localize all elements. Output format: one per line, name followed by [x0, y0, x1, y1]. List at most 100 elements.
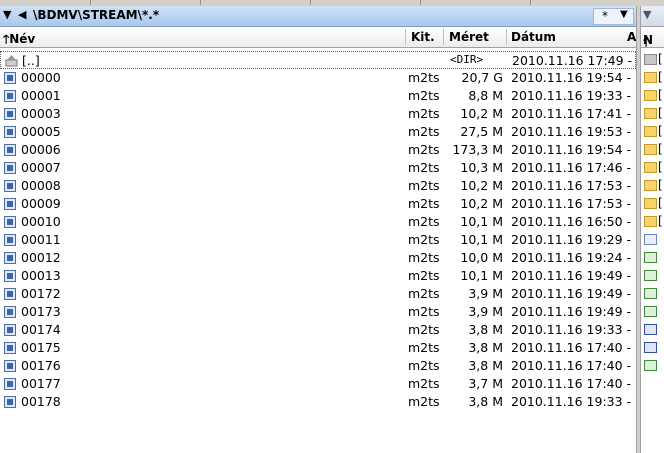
file-size: 3,9 M [468, 286, 503, 301]
video-file-icon [4, 198, 16, 210]
list-item[interactable]: 00012 m2ts 10,0 M 2010.11.16 19:24 - [0, 249, 636, 267]
file-name: [ [658, 214, 663, 228]
file-name: 00001 [21, 88, 61, 103]
list-item[interactable]: 00013 m2ts 10,1 M 2010.11.16 19:49 - [0, 267, 636, 285]
file-date: 2010.11.16 19:49 - [511, 286, 631, 301]
column-separator[interactable] [405, 29, 406, 45]
back-arrow-icon[interactable]: ◀ [18, 8, 26, 21]
file-date: 2010.11.16 19:24 - [511, 250, 631, 265]
list-item[interactable] [641, 249, 664, 267]
list-item[interactable] [641, 321, 664, 339]
list-item[interactable]: [ [641, 105, 664, 123]
tab[interactable] [0, 0, 91, 5]
list-item[interactable]: 00174 m2ts 3,8 M 2010.11.16 19:33 - [0, 321, 636, 339]
list-item[interactable]: 00006 m2ts 173,3 M 2010.11.16 19:54 - [0, 141, 636, 159]
list-item[interactable]: [ [641, 177, 664, 195]
file-name: 00005 [21, 124, 61, 139]
list-item[interactable] [641, 267, 664, 285]
file-icon [644, 234, 657, 245]
video-file-icon [4, 252, 16, 264]
file-ext: m2ts [408, 268, 440, 283]
list-item[interactable]: [ [641, 159, 664, 177]
list-item[interactable]: 00008 m2ts 10,2 M 2010.11.16 17:53 - [0, 177, 636, 195]
current-path[interactable]: \BDMV\STREAM\*.* [33, 8, 159, 22]
list-item[interactable]: 00009 m2ts 10,2 M 2010.11.16 17:53 - [0, 195, 636, 213]
column-separator[interactable] [506, 29, 507, 45]
list-item[interactable]: 00001 m2ts 8,8 M 2010.11.16 19:33 - [0, 87, 636, 105]
list-item[interactable]: [ [641, 141, 664, 159]
list-item[interactable] [641, 231, 664, 249]
list-item[interactable]: 00007 m2ts 10,3 M 2010.11.16 17:46 - [0, 159, 636, 177]
video-file-icon [4, 360, 16, 372]
tab[interactable] [420, 0, 531, 5]
drive-dropdown-icon[interactable]: ▼ [643, 8, 651, 21]
file-ext: m2ts [408, 358, 440, 373]
path-bar: ▼ ◀ \BDMV\STREAM\*.* * ▼ [0, 6, 636, 27]
list-item-parent-dir[interactable]: [..] <DIR> 2010.11.16 17:49 - [0, 51, 636, 69]
file-name: 00006 [21, 142, 61, 157]
list-item[interactable] [641, 357, 664, 375]
list-item[interactable]: [ [641, 51, 664, 69]
list-item[interactable]: 00010 m2ts 10,1 M 2010.11.16 16:50 - [0, 213, 636, 231]
spreadsheet-icon [644, 252, 657, 263]
left-file-panel: ▼ ◀ \BDMV\STREAM\*.* * ▼ 🡑Név Kit. Méret… [0, 6, 636, 453]
video-file-icon [4, 126, 16, 138]
tab[interactable] [200, 0, 311, 5]
column-size[interactable]: Méret [449, 30, 489, 44]
file-ext: m2ts [408, 124, 440, 139]
file-name: 00011 [21, 232, 61, 247]
list-item[interactable] [641, 339, 664, 357]
folder-icon [644, 144, 657, 155]
video-file-icon [4, 234, 16, 246]
file-size: 10,1 M [460, 232, 503, 247]
list-item[interactable]: 00175 m2ts 3,8 M 2010.11.16 17:40 - [0, 339, 636, 357]
filter-dropdown[interactable]: * ▼ [593, 8, 634, 25]
list-item[interactable]: 00178 m2ts 3,8 M 2010.11.16 19:33 - [0, 393, 636, 411]
video-file-icon [4, 108, 16, 120]
file-name: 00172 [21, 286, 61, 301]
list-item[interactable]: 00176 m2ts 3,8 M 2010.11.16 17:40 - [0, 357, 636, 375]
file-ext: m2ts [408, 340, 440, 355]
video-file-icon [4, 396, 16, 408]
video-file-icon [4, 324, 16, 336]
up-folder-icon [644, 54, 657, 65]
column-header: 🡑Név Kit. Méret Dátum A [0, 27, 636, 48]
column-attr[interactable]: A [627, 30, 636, 44]
column-name[interactable]: 🡑Név [3, 30, 35, 51]
folder-icon [644, 126, 657, 137]
file-name: 00000 [21, 70, 61, 85]
file-name: [ [658, 70, 663, 84]
file-name: 00177 [21, 376, 61, 391]
file-date: 2010.11.16 17:46 - [511, 160, 631, 175]
list-item[interactable]: [ [641, 69, 664, 87]
list-item[interactable]: 00172 m2ts 3,9 M 2010.11.16 19:49 - [0, 285, 636, 303]
list-item[interactable]: [ [641, 87, 664, 105]
tab[interactable] [310, 0, 421, 5]
file-date: 2010.11.16 19:53 - [511, 124, 631, 139]
spreadsheet-icon [644, 360, 657, 371]
list-item[interactable]: [ [641, 123, 664, 141]
column-separator[interactable] [443, 29, 444, 45]
list-item[interactable]: 00000 m2ts 20,7 G 2010.11.16 19:54 - [0, 69, 636, 87]
list-item[interactable] [641, 285, 664, 303]
list-item[interactable]: [ [641, 195, 664, 213]
file-name: [ [658, 124, 663, 138]
drive-dropdown-icon[interactable]: ▼ [3, 8, 11, 21]
right-file-panel: ▼ 🡑 N [[[[[[[[[[ [641, 6, 664, 453]
file-ext: m2ts [408, 232, 440, 247]
list-item[interactable]: 00011 m2ts 10,1 M 2010.11.16 19:29 - [0, 231, 636, 249]
list-item[interactable]: 00173 m2ts 3,9 M 2010.11.16 19:49 - [0, 303, 636, 321]
list-item[interactable] [641, 303, 664, 321]
tab[interactable] [90, 0, 201, 5]
file-size: 10,0 M [460, 250, 503, 265]
list-item[interactable]: 00003 m2ts 10,2 M 2010.11.16 17:41 - [0, 105, 636, 123]
list-item[interactable]: 00177 m2ts 3,7 M 2010.11.16 17:40 - [0, 375, 636, 393]
file-size: 3,8 M [468, 322, 503, 337]
column-date[interactable]: Dátum [511, 30, 556, 44]
list-item[interactable]: [ [641, 213, 664, 231]
word-document-icon [644, 324, 657, 335]
column-ext[interactable]: Kit. [411, 30, 435, 44]
file-name: 00008 [21, 178, 61, 193]
video-file-icon [4, 90, 16, 102]
list-item[interactable]: 00005 m2ts 27,5 M 2010.11.16 19:53 - [0, 123, 636, 141]
